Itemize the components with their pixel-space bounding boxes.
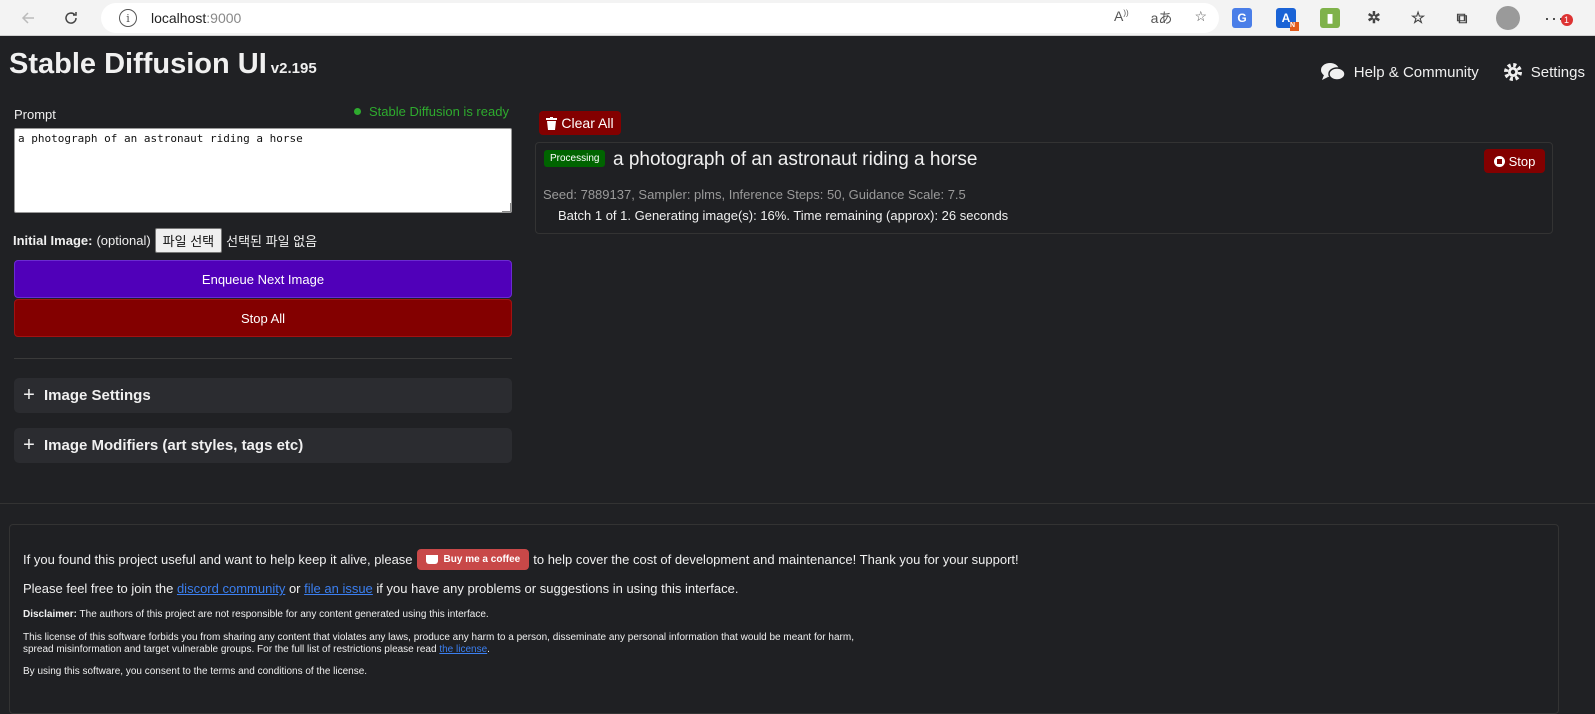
consent-text: By using this software, you consent to t…: [23, 666, 368, 677]
image-settings-toggle[interactable]: + Image Settings: [14, 378, 512, 413]
file-none-text: 선택된 파일 없음: [226, 234, 318, 249]
settings-more-icon[interactable]: ··· 1: [1544, 8, 1573, 29]
favorite-add-icon[interactable]: ☆: [1194, 8, 1207, 28]
divider: [14, 358, 512, 359]
prompt-label: Prompt: [14, 107, 56, 122]
join-or: or: [288, 581, 301, 596]
task-meta: Seed: 7889137, Sampler: plms, Inference …: [543, 187, 966, 202]
refresh-icon[interactable]: [53, 0, 89, 36]
plus-icon: +: [23, 434, 35, 456]
extensions-puzzle-icon[interactable]: ✲: [1364, 8, 1384, 28]
initial-image-row: Initial Image: (optional) 파일 선택 선택된 파일 없…: [13, 228, 317, 253]
support-suffix: to help cover the cost of development an…: [533, 552, 1019, 567]
settings-link[interactable]: Settings: [1503, 62, 1585, 82]
initial-image-label: Initial Image:: [13, 233, 93, 248]
clear-all-button[interactable]: Clear All: [539, 111, 621, 135]
favorites-icon[interactable]: ☆: [1408, 8, 1428, 28]
join-suffix: if you have any problems or suggestions …: [376, 581, 739, 596]
task-card: Processing a photograph of an astronaut …: [535, 142, 1553, 234]
resize-handle-icon[interactable]: [502, 203, 511, 212]
translate-page-icon[interactable]: aあ: [1151, 8, 1173, 28]
notification-badge: 1: [1560, 13, 1573, 26]
site-info-icon[interactable]: i: [119, 9, 137, 27]
license-line-2: spread misinformation and target vulnera…: [23, 644, 437, 655]
collections-icon[interactable]: ⧉: [1452, 8, 1472, 28]
image-modifiers-toggle[interactable]: + Image Modifiers (art styles, tags etc): [14, 428, 512, 463]
plus-icon: +: [23, 384, 35, 406]
stop-circle-icon: [1493, 155, 1505, 167]
license-line-1: This license of this software forbids yo…: [23, 632, 854, 643]
stop-all-button[interactable]: Stop All: [14, 299, 512, 337]
buy-coffee-button[interactable]: Buy me a coffee: [416, 549, 530, 570]
stop-task-button[interactable]: Stop: [1484, 149, 1545, 173]
initial-image-optional: (optional): [96, 233, 151, 248]
translator-extension-icon[interactable]: AN: [1276, 8, 1299, 31]
support-prefix: If you found this project useful and wan…: [23, 552, 413, 567]
license-period: .: [487, 644, 490, 655]
image-settings-label: Image Settings: [44, 387, 151, 404]
license-link[interactable]: the license: [439, 644, 487, 655]
read-aloud-icon[interactable]: A)): [1114, 8, 1129, 28]
discord-link[interactable]: discord community: [177, 581, 285, 596]
stop-task-label: Stop: [1508, 153, 1536, 169]
clear-all-label: Clear All: [561, 115, 614, 131]
choose-file-button[interactable]: 파일 선택: [154, 228, 223, 253]
task-progress-text: Batch 1 of 1. Generating image(s): 16%. …: [558, 208, 1009, 223]
url-port: :9000: [206, 10, 242, 26]
disclaimer-label: Disclaimer:: [23, 609, 77, 620]
buy-coffee-label: Buy me a coffee: [443, 554, 521, 565]
help-community-link[interactable]: Help & Community: [1320, 62, 1479, 82]
profile-avatar[interactable]: [1496, 6, 1520, 30]
settings-label: Settings: [1530, 63, 1585, 81]
back-icon[interactable]: [10, 0, 46, 36]
status-badge: Processing: [544, 150, 606, 167]
disclaimer-text: The authors of this project are not resp…: [79, 609, 489, 620]
coffee-cup-icon: [425, 555, 438, 564]
prompt-input[interactable]: a photograph of an astronaut riding a ho…: [14, 128, 512, 213]
gear-icon: [1503, 63, 1522, 81]
page-title: Stable Diffusion UI v2.195: [9, 48, 317, 81]
file-issue-link[interactable]: file an issue: [304, 581, 373, 596]
enqueue-button[interactable]: Enqueue Next Image: [14, 260, 512, 298]
browser-toolbar: i localhost:9000 A)) aあ ☆ G AN ▮ ✲ ☆ ⧉ ·…: [0, 0, 1595, 36]
footer-divider: [0, 503, 1595, 504]
google-translate-extension-icon[interactable]: G: [1232, 8, 1252, 28]
status-indicator: Stable Diffusion is ready: [354, 104, 509, 119]
help-community-label: Help & Community: [1353, 63, 1479, 81]
join-prefix: Please feel free to join the: [23, 581, 174, 596]
app-version: v2.195: [270, 60, 317, 77]
url-host: localhost: [151, 10, 207, 26]
trash-icon: [546, 116, 558, 130]
status-dot-icon: [354, 108, 361, 115]
task-prompt: a photograph of an astronaut riding a ho…: [613, 149, 978, 170]
tv-extension-icon[interactable]: ▮: [1320, 8, 1340, 28]
address-bar[interactable]: i localhost:9000 A)) aあ ☆: [101, 3, 1219, 33]
image-modifiers-label: Image Modifiers (art styles, tags etc): [44, 437, 304, 454]
comments-icon: [1320, 63, 1346, 81]
status-text: Stable Diffusion is ready: [369, 104, 509, 119]
app-title: Stable Diffusion UI: [9, 48, 267, 80]
footer: If you found this project useful and wan…: [9, 524, 1559, 714]
